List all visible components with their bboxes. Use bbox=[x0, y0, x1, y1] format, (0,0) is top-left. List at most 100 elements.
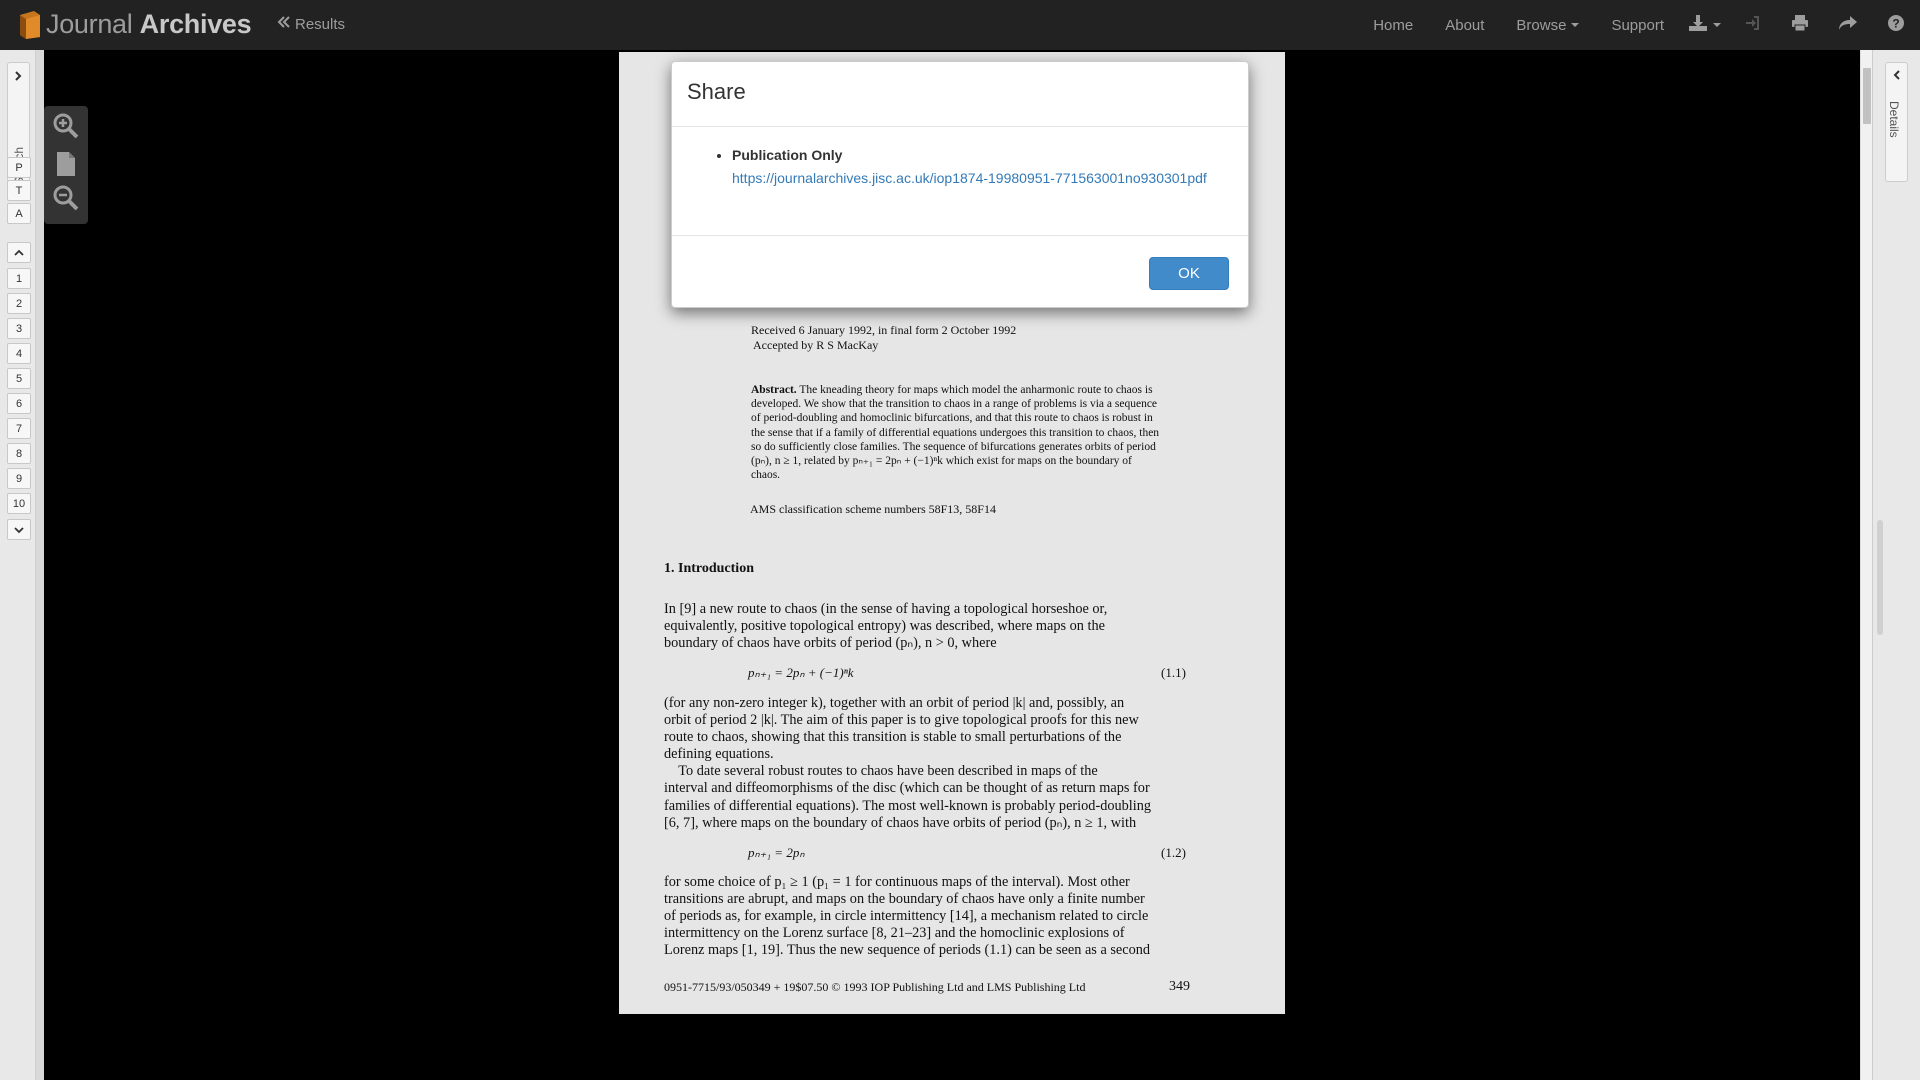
zoom-in-icon bbox=[53, 113, 79, 139]
section-heading: 1. Introduction bbox=[664, 561, 754, 576]
download-menu-button[interactable] bbox=[1680, 0, 1728, 50]
double-chevron-left-icon bbox=[277, 15, 291, 33]
text-line: boundary of chaos have orbits of period … bbox=[664, 635, 997, 652]
help-button[interactable]: ? bbox=[1872, 0, 1920, 50]
abstract: Abstract. The kneading theory for maps w… bbox=[751, 383, 1193, 482]
details-panel-scrollbar[interactable] bbox=[1877, 520, 1883, 635]
abstract-line: (pₙ), n ≥ 1, related by pₙ₊₁ = 2pₙ + (−1… bbox=[751, 455, 1132, 468]
page-button-4[interactable]: 4 bbox=[7, 343, 31, 364]
caret-down-icon bbox=[1571, 23, 1580, 27]
share-dialog-header: Share bbox=[672, 62, 1248, 127]
nav-support[interactable]: Support bbox=[1595, 0, 1680, 50]
text-line: (for any non-zero integer k), together w… bbox=[664, 695, 1125, 711]
page-number: 349 bbox=[1169, 979, 1190, 994]
caret-down-icon bbox=[1712, 23, 1721, 27]
abstract-line: chaos. bbox=[751, 469, 781, 482]
ams-classification: AMS classification scheme numbers 58F13,… bbox=[750, 502, 996, 516]
left-sidebar: Search P T A 1 2 3 4 5 6 7 8 9 10 bbox=[0, 50, 36, 1080]
ok-button[interactable]: OK bbox=[1149, 257, 1229, 290]
accepted-by: Accepted by R S MacKay bbox=[753, 338, 879, 352]
zoom-in-button[interactable] bbox=[52, 112, 80, 140]
nav-about[interactable]: About bbox=[1429, 0, 1500, 50]
text-line: families of differential equations). The… bbox=[664, 797, 1152, 814]
nav-home[interactable]: Home bbox=[1357, 0, 1429, 50]
share-option-label: Publication Only bbox=[732, 147, 843, 163]
navbar: Journal Archives Results Home About Brow… bbox=[0, 0, 1920, 50]
text-line: transitions are abrupt, and maps on the … bbox=[664, 891, 1145, 908]
page-button-6[interactable]: 6 bbox=[7, 393, 31, 414]
sign-in-icon bbox=[1744, 15, 1760, 36]
zoom-toolbar bbox=[44, 106, 88, 224]
share-dialog: Share Publication Only https://journalar… bbox=[671, 61, 1249, 308]
svg-text:?: ? bbox=[1892, 16, 1899, 30]
share-button[interactable] bbox=[1824, 0, 1872, 50]
share-option: Publication Only https://journalarchives… bbox=[732, 147, 1233, 186]
text-line: orbit of period 2 |k|. The aim of this p… bbox=[664, 712, 1139, 729]
abstract-line: developed. We show that the transition t… bbox=[751, 398, 1158, 411]
zoom-out-icon bbox=[53, 185, 79, 211]
chevron-up-icon bbox=[14, 249, 24, 256]
share-dialog-body: Publication Only https://journalarchives… bbox=[672, 127, 1248, 236]
paragraph-1: In [9] a new route to chaos (in the sens… bbox=[664, 601, 1194, 652]
view-mode-t[interactable]: T bbox=[7, 180, 31, 201]
page-button-5[interactable]: 5 bbox=[7, 368, 31, 389]
abstract-label: Abstract. bbox=[751, 384, 797, 396]
journal-logo-icon bbox=[14, 9, 44, 39]
paragraph-3: for some choice of p₁ ≥ 1 (p₁ = 1 for co… bbox=[664, 874, 1194, 959]
brand[interactable]: Journal Archives bbox=[14, 4, 252, 44]
received-date: Received 6 January 1992, in final form 2… bbox=[751, 323, 1017, 337]
zoom-out-button[interactable] bbox=[52, 184, 80, 212]
page-down-button[interactable] bbox=[7, 519, 31, 540]
brand-name-light: Journal bbox=[46, 8, 133, 39]
chevron-left-icon bbox=[1893, 70, 1900, 80]
abstract-line: so do sufficiently close families. The s… bbox=[751, 440, 1156, 453]
page-button-1[interactable]: 1 bbox=[7, 268, 31, 289]
page-icon bbox=[57, 152, 75, 176]
text-line: equivalently, positive topological entro… bbox=[664, 618, 1105, 635]
back-to-results-link[interactable]: Results bbox=[277, 15, 345, 33]
nav-browse[interactable]: Browse bbox=[1500, 0, 1595, 50]
document-scrollbar[interactable] bbox=[1860, 50, 1872, 1080]
page-button-7[interactable]: 7 bbox=[7, 418, 31, 439]
chevron-down-icon bbox=[14, 526, 24, 533]
view-mode-a[interactable]: A bbox=[7, 203, 31, 224]
text-line: intermittency on the Lorenz surface [8, … bbox=[664, 925, 1125, 942]
chevron-right-icon bbox=[12, 69, 24, 87]
details-panel-toggle[interactable]: Details bbox=[1885, 62, 1908, 182]
page-button-2[interactable]: 2 bbox=[7, 293, 31, 314]
abstract-line: The kneading theory for maps which model… bbox=[799, 384, 1153, 396]
text-line: In [9] a new route to chaos (in the sens… bbox=[664, 601, 1108, 617]
page-button-9[interactable]: 9 bbox=[7, 468, 31, 489]
equation-2-number: (1.2) bbox=[1161, 845, 1186, 860]
help-icon: ? bbox=[1887, 14, 1905, 37]
page-button-8[interactable]: 8 bbox=[7, 443, 31, 464]
text-line: for some choice of p₁ ≥ 1 (p₁ = 1 for co… bbox=[664, 874, 1130, 890]
print-icon bbox=[1791, 14, 1809, 37]
text-line: route to chaos, showing that this transi… bbox=[664, 729, 1122, 746]
sign-in-button[interactable] bbox=[1728, 0, 1776, 50]
share-link[interactable]: https://journalarchives.jisc.ac.uk/iop18… bbox=[732, 170, 1233, 186]
left-panel-scrollbar[interactable] bbox=[36, 50, 44, 1080]
text-line: [6, 7], where maps on the boundary of ch… bbox=[664, 814, 1137, 831]
abstract-line: of period-doubling and homoclinic bifurc… bbox=[751, 412, 1153, 425]
brand-name-bold: Archives bbox=[139, 8, 252, 39]
scrollbar-thumb[interactable] bbox=[1863, 68, 1871, 124]
share-dialog-footer: OK bbox=[672, 236, 1248, 308]
view-mode-p[interactable]: P bbox=[7, 157, 31, 178]
text-line: of periods as, for example, in circle in… bbox=[664, 908, 1149, 925]
download-icon bbox=[1688, 14, 1708, 37]
page-button-10[interactable]: 10 bbox=[7, 493, 31, 514]
text-line: To date several robust routes to chaos h… bbox=[664, 763, 1098, 780]
text-line: Lorenz maps [1, 19]. Thus the new sequen… bbox=[664, 942, 1151, 959]
text-line: defining equations. bbox=[664, 746, 774, 763]
print-button[interactable] bbox=[1776, 0, 1824, 50]
equation-1-number: (1.1) bbox=[1161, 665, 1186, 680]
fit-page-button[interactable] bbox=[52, 150, 80, 178]
page-button-3[interactable]: 3 bbox=[7, 318, 31, 339]
share-icon bbox=[1838, 15, 1858, 36]
nav-browse-label: Browse bbox=[1516, 16, 1567, 34]
share-dialog-title: Share bbox=[687, 79, 746, 104]
page-up-button[interactable] bbox=[7, 242, 31, 263]
text-line: interval and diffeomorphisms of the disc… bbox=[664, 780, 1150, 797]
equation-2: pₙ₊₁ = 2pₙ bbox=[748, 845, 805, 860]
